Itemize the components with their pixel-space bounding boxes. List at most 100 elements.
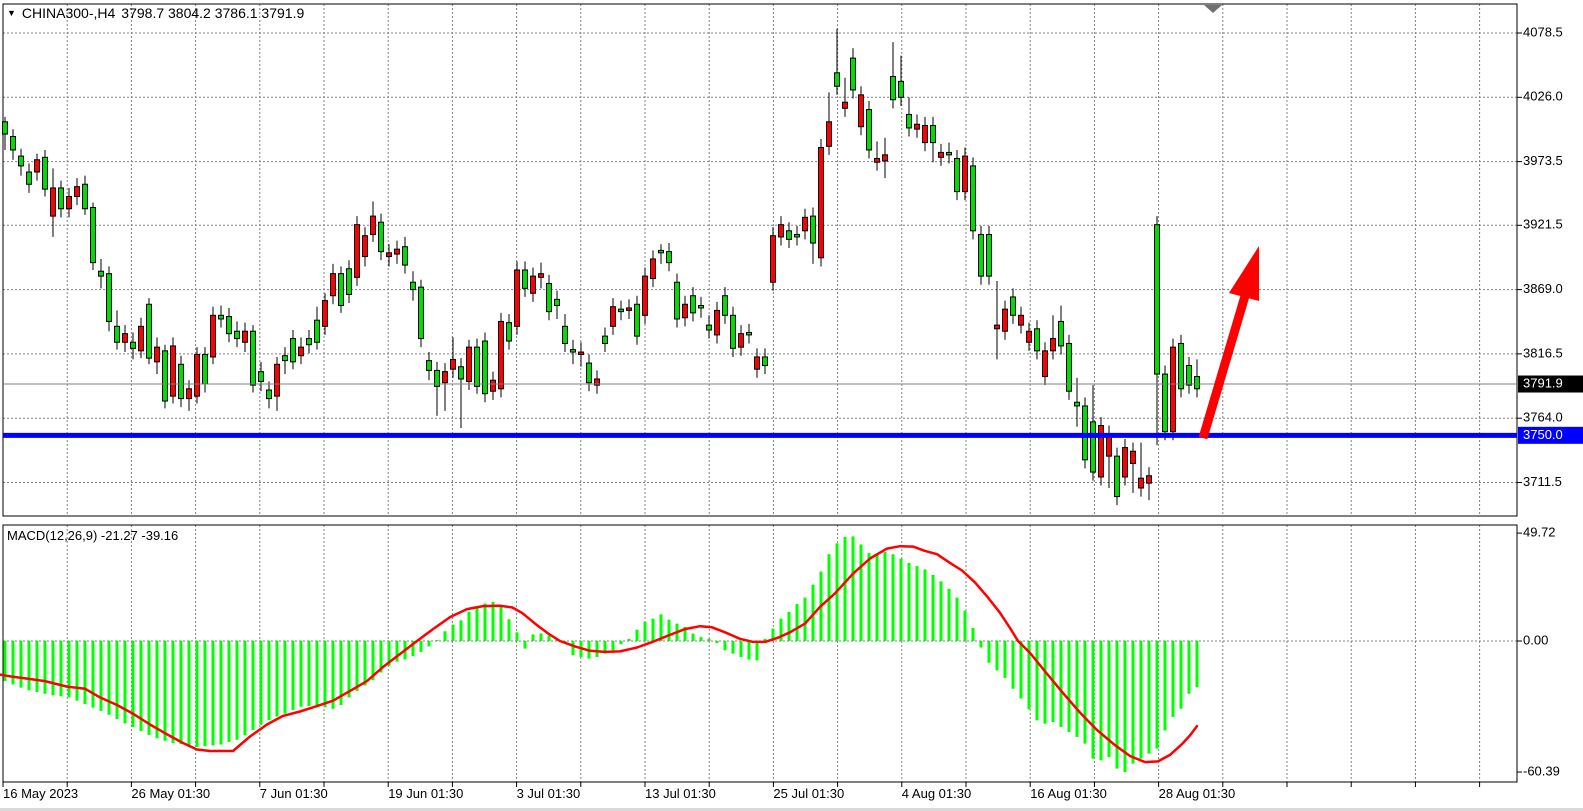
macd-histogram-bar	[1092, 641, 1095, 759]
macd-histogram-bar	[292, 641, 295, 710]
macd-histogram-bar	[692, 634, 695, 641]
macd-histogram-bar	[476, 606, 479, 641]
candle-body	[539, 274, 544, 278]
macd-histogram-bar	[908, 563, 911, 641]
macd-histogram-bar	[1036, 641, 1039, 720]
candle-body	[403, 247, 408, 265]
candle-body	[467, 347, 472, 381]
candle-body	[3, 122, 8, 134]
time-axis[interactable]: 16 May 202326 May 01:307 Jun 01:3019 Jun…	[3, 782, 1480, 801]
candle-body	[619, 309, 624, 311]
macd-histogram-bar	[268, 641, 271, 720]
macd-histogram-bar	[1148, 641, 1151, 754]
candle-body	[387, 253, 392, 257]
arrow-shaft	[1203, 296, 1245, 438]
axis-label: 3750.0	[1523, 427, 1563, 442]
candle-body	[803, 217, 808, 230]
macd-histogram-bar	[260, 641, 263, 725]
chart-canvas[interactable]: 4078.54026.03973.53921.53869.03816.53764…	[0, 0, 1583, 811]
macd-histogram-bar	[1068, 641, 1071, 732]
candle-body	[323, 301, 328, 327]
candle-body	[123, 334, 128, 343]
macd-histogram-bar	[1164, 641, 1167, 730]
macd-histogram-bar	[596, 641, 599, 657]
shift-marker-triangle	[1204, 5, 1222, 13]
candle-body	[627, 308, 632, 310]
macd-histogram-bar	[724, 641, 727, 650]
candle-body	[779, 225, 784, 237]
macd-histogram-bar	[28, 641, 31, 690]
symbol-marker-icon: ▼	[7, 9, 16, 18]
macd-axis[interactable]: 49.720.00-60.39	[1517, 525, 1560, 779]
macd-histogram-bar	[1100, 641, 1103, 760]
macd-histogram-bar	[628, 639, 631, 641]
macd-histogram-bar	[68, 641, 71, 697]
candle-body	[171, 346, 176, 396]
candle-body	[459, 367, 464, 379]
candle-body	[187, 389, 192, 399]
macd-histogram-bar	[796, 604, 799, 641]
macd-histogram-bar	[252, 641, 255, 730]
macd-label: MACD(12,26,9) -21.27 -39.16	[7, 528, 178, 543]
macd-histogram-bar	[860, 544, 863, 641]
candle-body	[1163, 374, 1168, 432]
date-label: 13 Jul 01:30	[645, 786, 716, 801]
macd-histogram-bar	[324, 641, 327, 707]
candle-body	[547, 283, 552, 311]
macd-histogram-bar	[444, 631, 447, 641]
candle-body	[1147, 476, 1152, 483]
candle-body	[115, 326, 120, 342]
candle-body	[1051, 339, 1056, 351]
macd-histogram-bar	[484, 603, 487, 641]
candle-body	[91, 208, 96, 263]
candle-body	[1027, 331, 1032, 342]
macd-histogram-bar	[156, 641, 159, 738]
candle-body	[347, 269, 352, 295]
candle-body	[899, 81, 904, 97]
candle-body	[363, 236, 368, 257]
candle-body	[107, 274, 112, 322]
chart-window: 4078.54026.03973.53921.53869.03816.53764…	[0, 0, 1583, 811]
date-label: 16 May 2023	[3, 786, 78, 801]
macd-histogram-bar	[1060, 641, 1063, 727]
macd-histogram-bar	[988, 641, 991, 663]
candle-body	[203, 355, 208, 384]
candle-body	[915, 124, 920, 129]
date-label: 28 Aug 01:30	[1159, 786, 1236, 801]
axis-label: 0.00	[1523, 632, 1548, 647]
macd-histogram-bar	[500, 605, 503, 641]
candle-body	[235, 331, 240, 338]
candle-body	[443, 372, 448, 383]
candle-body	[787, 231, 792, 240]
macd-histogram-bar	[932, 575, 935, 641]
candle-body	[947, 152, 952, 154]
candle-body	[1019, 315, 1024, 325]
macd-histogram-bar	[844, 537, 847, 641]
candle-body	[483, 341, 488, 394]
candle-body	[275, 364, 280, 396]
candle-body	[43, 157, 48, 189]
macd-histogram-bar	[516, 632, 519, 641]
candle-body	[587, 363, 592, 383]
candle-body	[1155, 225, 1160, 374]
candle-body	[971, 166, 976, 231]
candle-body	[683, 304, 688, 317]
trend-arrow[interactable]	[1203, 246, 1259, 438]
candle-body	[451, 359, 456, 369]
candle-body	[1179, 343, 1184, 388]
candle-body	[987, 234, 992, 276]
candle-body	[995, 325, 1000, 329]
macd-histogram-bar	[532, 634, 535, 641]
candle-body	[555, 299, 560, 305]
macd-histogram-bar	[700, 637, 703, 641]
macd-histogram-bar	[788, 612, 791, 641]
date-label: 7 Jun 01:30	[260, 786, 328, 801]
candle-body	[211, 315, 216, 357]
macd-histogram-bar	[892, 554, 895, 641]
price-axis[interactable]: 4078.54026.03973.53921.53869.03816.53764…	[1517, 24, 1583, 488]
axis-label: 49.72	[1523, 525, 1556, 540]
macd-histogram-bar	[996, 641, 999, 670]
candle-body	[307, 339, 312, 345]
candle-body	[771, 236, 776, 283]
macd-histogram-bar	[492, 602, 495, 641]
